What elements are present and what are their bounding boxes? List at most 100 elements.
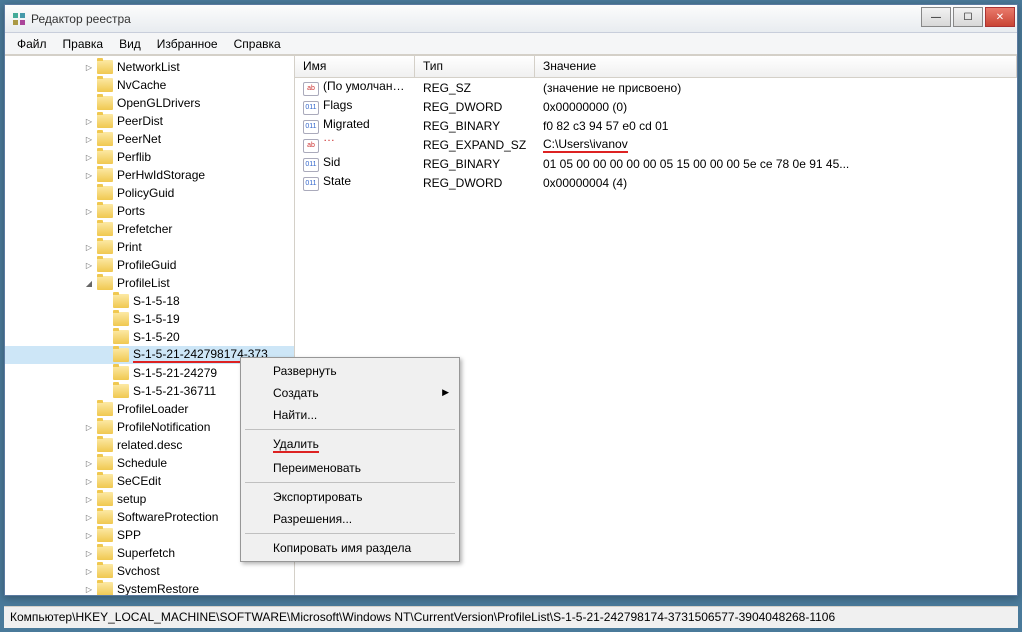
tree-node-profileguid[interactable]: ▷ ProfileGuid [5, 256, 294, 274]
cell-value: 0x00000000 (0) [535, 100, 1017, 114]
column-name[interactable]: Имя [295, 56, 415, 77]
tree-node-systemrestore[interactable]: ▷ SystemRestore [5, 580, 294, 595]
folder-icon [97, 510, 113, 524]
tree-label: Print [115, 240, 142, 254]
ctx-find[interactable]: Найти... [243, 404, 457, 426]
expander-icon[interactable]: ▷ [83, 565, 95, 577]
string-value-icon: ab [303, 82, 319, 96]
tree-label: Schedule [115, 456, 167, 470]
tree-node-peernet[interactable]: ▷PeerNet [5, 130, 294, 148]
tree-label: SeCEdit [115, 474, 161, 488]
menu-edit[interactable]: Правка [55, 34, 112, 54]
expander-icon [83, 439, 95, 451]
expander-icon[interactable]: ▷ [83, 151, 95, 163]
binary-value-icon: 011 [303, 101, 319, 115]
tree-node-networklist[interactable]: ▷NetworkList [5, 58, 294, 76]
expander-icon[interactable]: ▷ [83, 205, 95, 217]
tree-node-perflib[interactable]: ▷Perflib [5, 148, 294, 166]
tree-node-s-1-5-19[interactable]: S-1-5-19 [5, 310, 294, 328]
tree-node-peerdist[interactable]: ▷PeerDist [5, 112, 294, 130]
tree-node-s-1-5-18[interactable]: S-1-5-18 [5, 292, 294, 310]
folder-icon [97, 78, 113, 92]
close-button[interactable]: ✕ [985, 7, 1015, 27]
cell-value: C:\Users\ivanov [535, 137, 1017, 153]
list-row[interactable]: abProfileImagePathREG_EXPAND_SZC:\Users\… [295, 135, 1017, 154]
expander-icon[interactable]: ▷ [83, 493, 95, 505]
list-row[interactable]: 011SidREG_BINARY01 05 00 00 00 00 00 05 … [295, 154, 1017, 173]
tree-node-prefetcher[interactable]: Prefetcher [5, 220, 294, 238]
ctx-rename[interactable]: Переименовать [243, 457, 457, 479]
tree-node-perhwidstorage[interactable]: ▷PerHwIdStorage [5, 166, 294, 184]
menu-file[interactable]: Файл [9, 34, 55, 54]
expander-icon[interactable]: ▷ [83, 547, 95, 559]
expander-icon[interactable]: ▷ [83, 421, 95, 433]
tree-node-s-1-5-20[interactable]: S-1-5-20 [5, 328, 294, 346]
folder-icon [97, 546, 113, 560]
expander-icon[interactable]: ▷ [83, 241, 95, 253]
ctx-permissions[interactable]: Разрешения... [243, 508, 457, 530]
tree-label: setup [115, 492, 146, 506]
tree-label: ProfileGuid [115, 258, 176, 272]
expander-icon[interactable]: ▷ [83, 259, 95, 271]
expander-icon [99, 349, 111, 361]
expander-icon[interactable]: ▷ [83, 511, 95, 523]
registry-editor-window: Редактор реестра — ☐ ✕ Файл Правка Вид И… [4, 4, 1018, 596]
expander-icon[interactable]: ▷ [83, 61, 95, 73]
expander-icon [83, 79, 95, 91]
tree-label: ProfileNotification [115, 420, 210, 434]
tree-node-policyguid[interactable]: PolicyGuid [5, 184, 294, 202]
tree-label: SPP [115, 528, 141, 542]
folder-icon [113, 384, 129, 398]
titlebar[interactable]: Редактор реестра — ☐ ✕ [5, 5, 1017, 33]
folder-icon [97, 60, 113, 74]
ctx-create[interactable]: Создать▶ [243, 382, 457, 404]
ctx-delete-label: Удалить [273, 437, 319, 453]
tree-node-ports[interactable]: ▷Ports [5, 202, 294, 220]
binary-value-icon: 011 [303, 158, 319, 172]
tree-node-nvcache[interactable]: NvCache [5, 76, 294, 94]
expander-icon[interactable]: ▷ [83, 529, 95, 541]
expander-icon[interactable]: ▷ [83, 169, 95, 181]
maximize-button[interactable]: ☐ [953, 7, 983, 27]
expander-icon[interactable]: ◢ [83, 277, 95, 289]
cell-value: f0 82 c3 94 57 e0 cd 01 [535, 119, 1017, 133]
expander-icon[interactable]: ▷ [83, 583, 95, 595]
list-row[interactable]: ab(По умолчанию)REG_SZ(значение не присв… [295, 78, 1017, 97]
folder-icon [97, 132, 113, 146]
tree-node-profilelist[interactable]: ◢ProfileList [5, 274, 294, 292]
menu-view[interactable]: Вид [111, 34, 149, 54]
folder-icon [97, 186, 113, 200]
expander-icon[interactable]: ▷ [83, 115, 95, 127]
folder-icon [97, 456, 113, 470]
minimize-button[interactable]: — [921, 7, 951, 27]
expander-icon [83, 187, 95, 199]
cell-name: 011State [295, 174, 415, 191]
cell-name: 011Sid [295, 155, 415, 172]
expander-icon[interactable]: ▷ [83, 457, 95, 469]
tree-label: Prefetcher [115, 222, 172, 236]
tree-label: SystemRestore [115, 582, 199, 595]
list-row[interactable]: 011FlagsREG_DWORD0x00000000 (0) [295, 97, 1017, 116]
folder-icon [113, 312, 129, 326]
ctx-export[interactable]: Экспортировать [243, 486, 457, 508]
folder-icon [97, 474, 113, 488]
ctx-delete[interactable]: Удалить [243, 433, 457, 457]
tree-node-print[interactable]: ▷ Print [5, 238, 294, 256]
cell-name: ab(По умолчанию) [295, 79, 415, 96]
folder-icon [113, 330, 129, 344]
list-row[interactable]: 011StateREG_DWORD0x00000004 (4) [295, 173, 1017, 192]
tree-label: S-1-5-21-24279 [131, 366, 217, 380]
menu-help[interactable]: Справка [226, 34, 289, 54]
binary-value-icon: 011 [303, 120, 319, 134]
tree-node-opengldrivers[interactable]: OpenGLDrivers [5, 94, 294, 112]
ctx-copy-key-name[interactable]: Копировать имя раздела [243, 537, 457, 559]
column-value[interactable]: Значение [535, 56, 1017, 77]
expander-icon[interactable]: ▷ [83, 133, 95, 145]
tree-node-svchost[interactable]: ▷Svchost [5, 562, 294, 580]
menu-favorites[interactable]: Избранное [149, 34, 226, 54]
tree-label: S-1-5-19 [131, 312, 180, 326]
expander-icon[interactable]: ▷ [83, 475, 95, 487]
list-row[interactable]: 011MigratedREG_BINARYf0 82 c3 94 57 e0 c… [295, 116, 1017, 135]
ctx-expand[interactable]: Развернуть [243, 360, 457, 382]
column-type[interactable]: Тип [415, 56, 535, 77]
